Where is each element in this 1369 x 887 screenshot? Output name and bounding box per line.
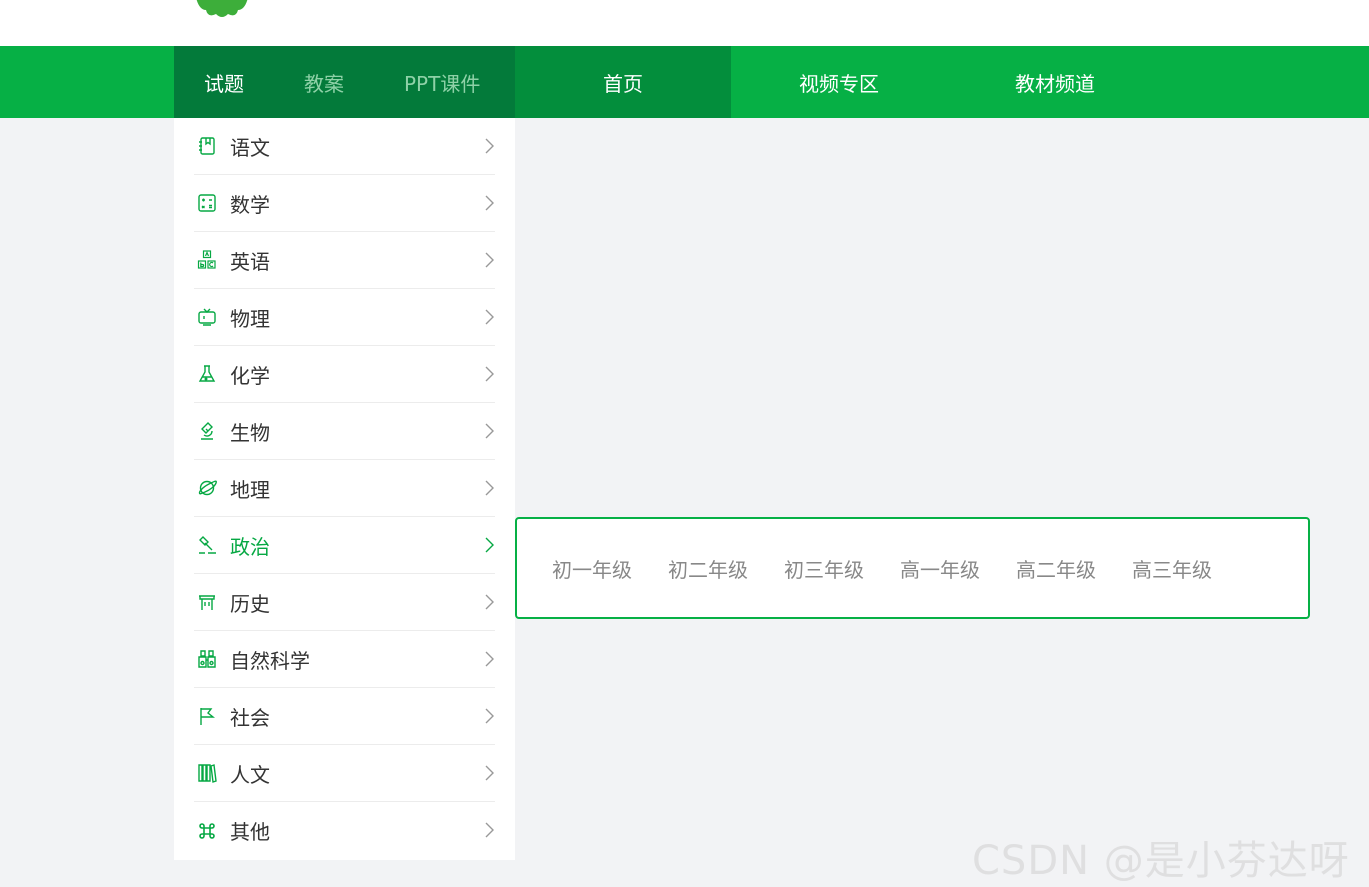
sidebar-item-label: 历史 (230, 591, 270, 616)
nav-home[interactable]: 首页 (515, 46, 731, 118)
sidebar-item-math[interactable]: 数学 (194, 175, 495, 232)
chevron-right-icon (479, 421, 499, 441)
tab-lesson-plans[interactable]: 教案 (304, 68, 344, 97)
chevron-right-icon (479, 307, 499, 327)
sidebar-item-label: 化学 (230, 363, 270, 388)
sidebar-item-label: 人文 (230, 762, 270, 787)
scroll-icon (196, 591, 218, 613)
microscope-icon (196, 420, 218, 442)
sidebar-item-biology[interactable]: 生物 (194, 403, 495, 460)
sidebar-item-label: 地理 (230, 477, 270, 502)
book-icon (196, 135, 218, 157)
sidebar-item-natural-science[interactable]: 自然科学 (194, 631, 495, 688)
chevron-right-icon (479, 193, 499, 213)
sidebar-item-chemistry[interactable]: 化学 (194, 346, 495, 403)
chevron-right-icon (479, 763, 499, 783)
grade-option[interactable]: 高三年级 (1132, 554, 1212, 583)
sidebar-item-label: 英语 (230, 249, 270, 274)
top-header (0, 0, 1369, 46)
nav-video-zone[interactable]: 视频专区 (731, 46, 947, 118)
chevron-right-icon (479, 649, 499, 669)
subject-sidebar: 语文 数学 英语 物理 化学 生物 地理 政治 历史 自然科学 社会 人文 其他 (174, 118, 515, 860)
command-icon (196, 820, 218, 842)
sidebar-item-humanities[interactable]: 人文 (194, 745, 495, 802)
calculator-icon (196, 192, 218, 214)
grade-option[interactable]: 初三年级 (784, 554, 864, 583)
tab-ppt-courseware[interactable]: PPT课件 (404, 68, 480, 97)
grade-option[interactable]: 高一年级 (900, 554, 980, 583)
chevron-right-icon (479, 535, 499, 555)
books-icon (196, 762, 218, 784)
sidebar-item-label: 其他 (230, 820, 270, 844)
sidebar-item-label: 物理 (230, 306, 270, 331)
tab-questions[interactable]: 试题 (204, 68, 244, 97)
sidebar-item-label: 社会 (230, 705, 270, 730)
sidebar-item-physics[interactable]: 物理 (194, 289, 495, 346)
binoculars-icon (196, 648, 218, 670)
grade-dropdown-panel: 初一年级 初二年级 初三年级 高一年级 高二年级 高三年级 (515, 517, 1310, 619)
chevron-right-icon (479, 706, 499, 726)
chevron-right-icon (479, 136, 499, 156)
gavel-icon (196, 534, 218, 556)
watermark: CSDN @是小芬达呀 (972, 838, 1350, 884)
planet-icon (196, 477, 218, 499)
logo-icon (196, 0, 248, 17)
sidebar-item-label: 政治 (230, 534, 270, 559)
sidebar-item-other[interactable]: 其他 (194, 802, 495, 859)
abc-blocks-icon (196, 249, 218, 271)
flask-icon (196, 363, 218, 385)
chevron-right-icon (479, 592, 499, 612)
main-navbar: 试题 教案 PPT课件 首页 视频专区 教材频道 (0, 46, 1369, 118)
sidebar-item-label: 自然科学 (230, 648, 310, 673)
grade-option[interactable]: 初一年级 (552, 554, 632, 583)
resource-tabs: 试题 教案 PPT课件 (174, 46, 515, 118)
sidebar-item-politics[interactable]: 政治 (194, 517, 495, 574)
sidebar-item-label: 生物 (230, 420, 270, 445)
sidebar-item-label: 数学 (230, 192, 270, 217)
sidebar-item-society[interactable]: 社会 (194, 688, 495, 745)
nav-textbook-channel[interactable]: 教材频道 (947, 46, 1163, 118)
sidebar-item-english[interactable]: 英语 (194, 232, 495, 289)
flag-icon (196, 705, 218, 727)
chevron-right-icon (479, 820, 499, 840)
sidebar-item-label: 语文 (230, 135, 270, 160)
chevron-right-icon (479, 478, 499, 498)
grade-option[interactable]: 初二年级 (668, 554, 748, 583)
sidebar-item-history[interactable]: 历史 (194, 574, 495, 631)
sidebar-item-chinese[interactable]: 语文 (194, 118, 495, 175)
grade-option[interactable]: 高二年级 (1016, 554, 1096, 583)
chevron-right-icon (479, 364, 499, 384)
tv-icon (196, 306, 218, 328)
chevron-right-icon (479, 250, 499, 270)
sidebar-item-geography[interactable]: 地理 (194, 460, 495, 517)
